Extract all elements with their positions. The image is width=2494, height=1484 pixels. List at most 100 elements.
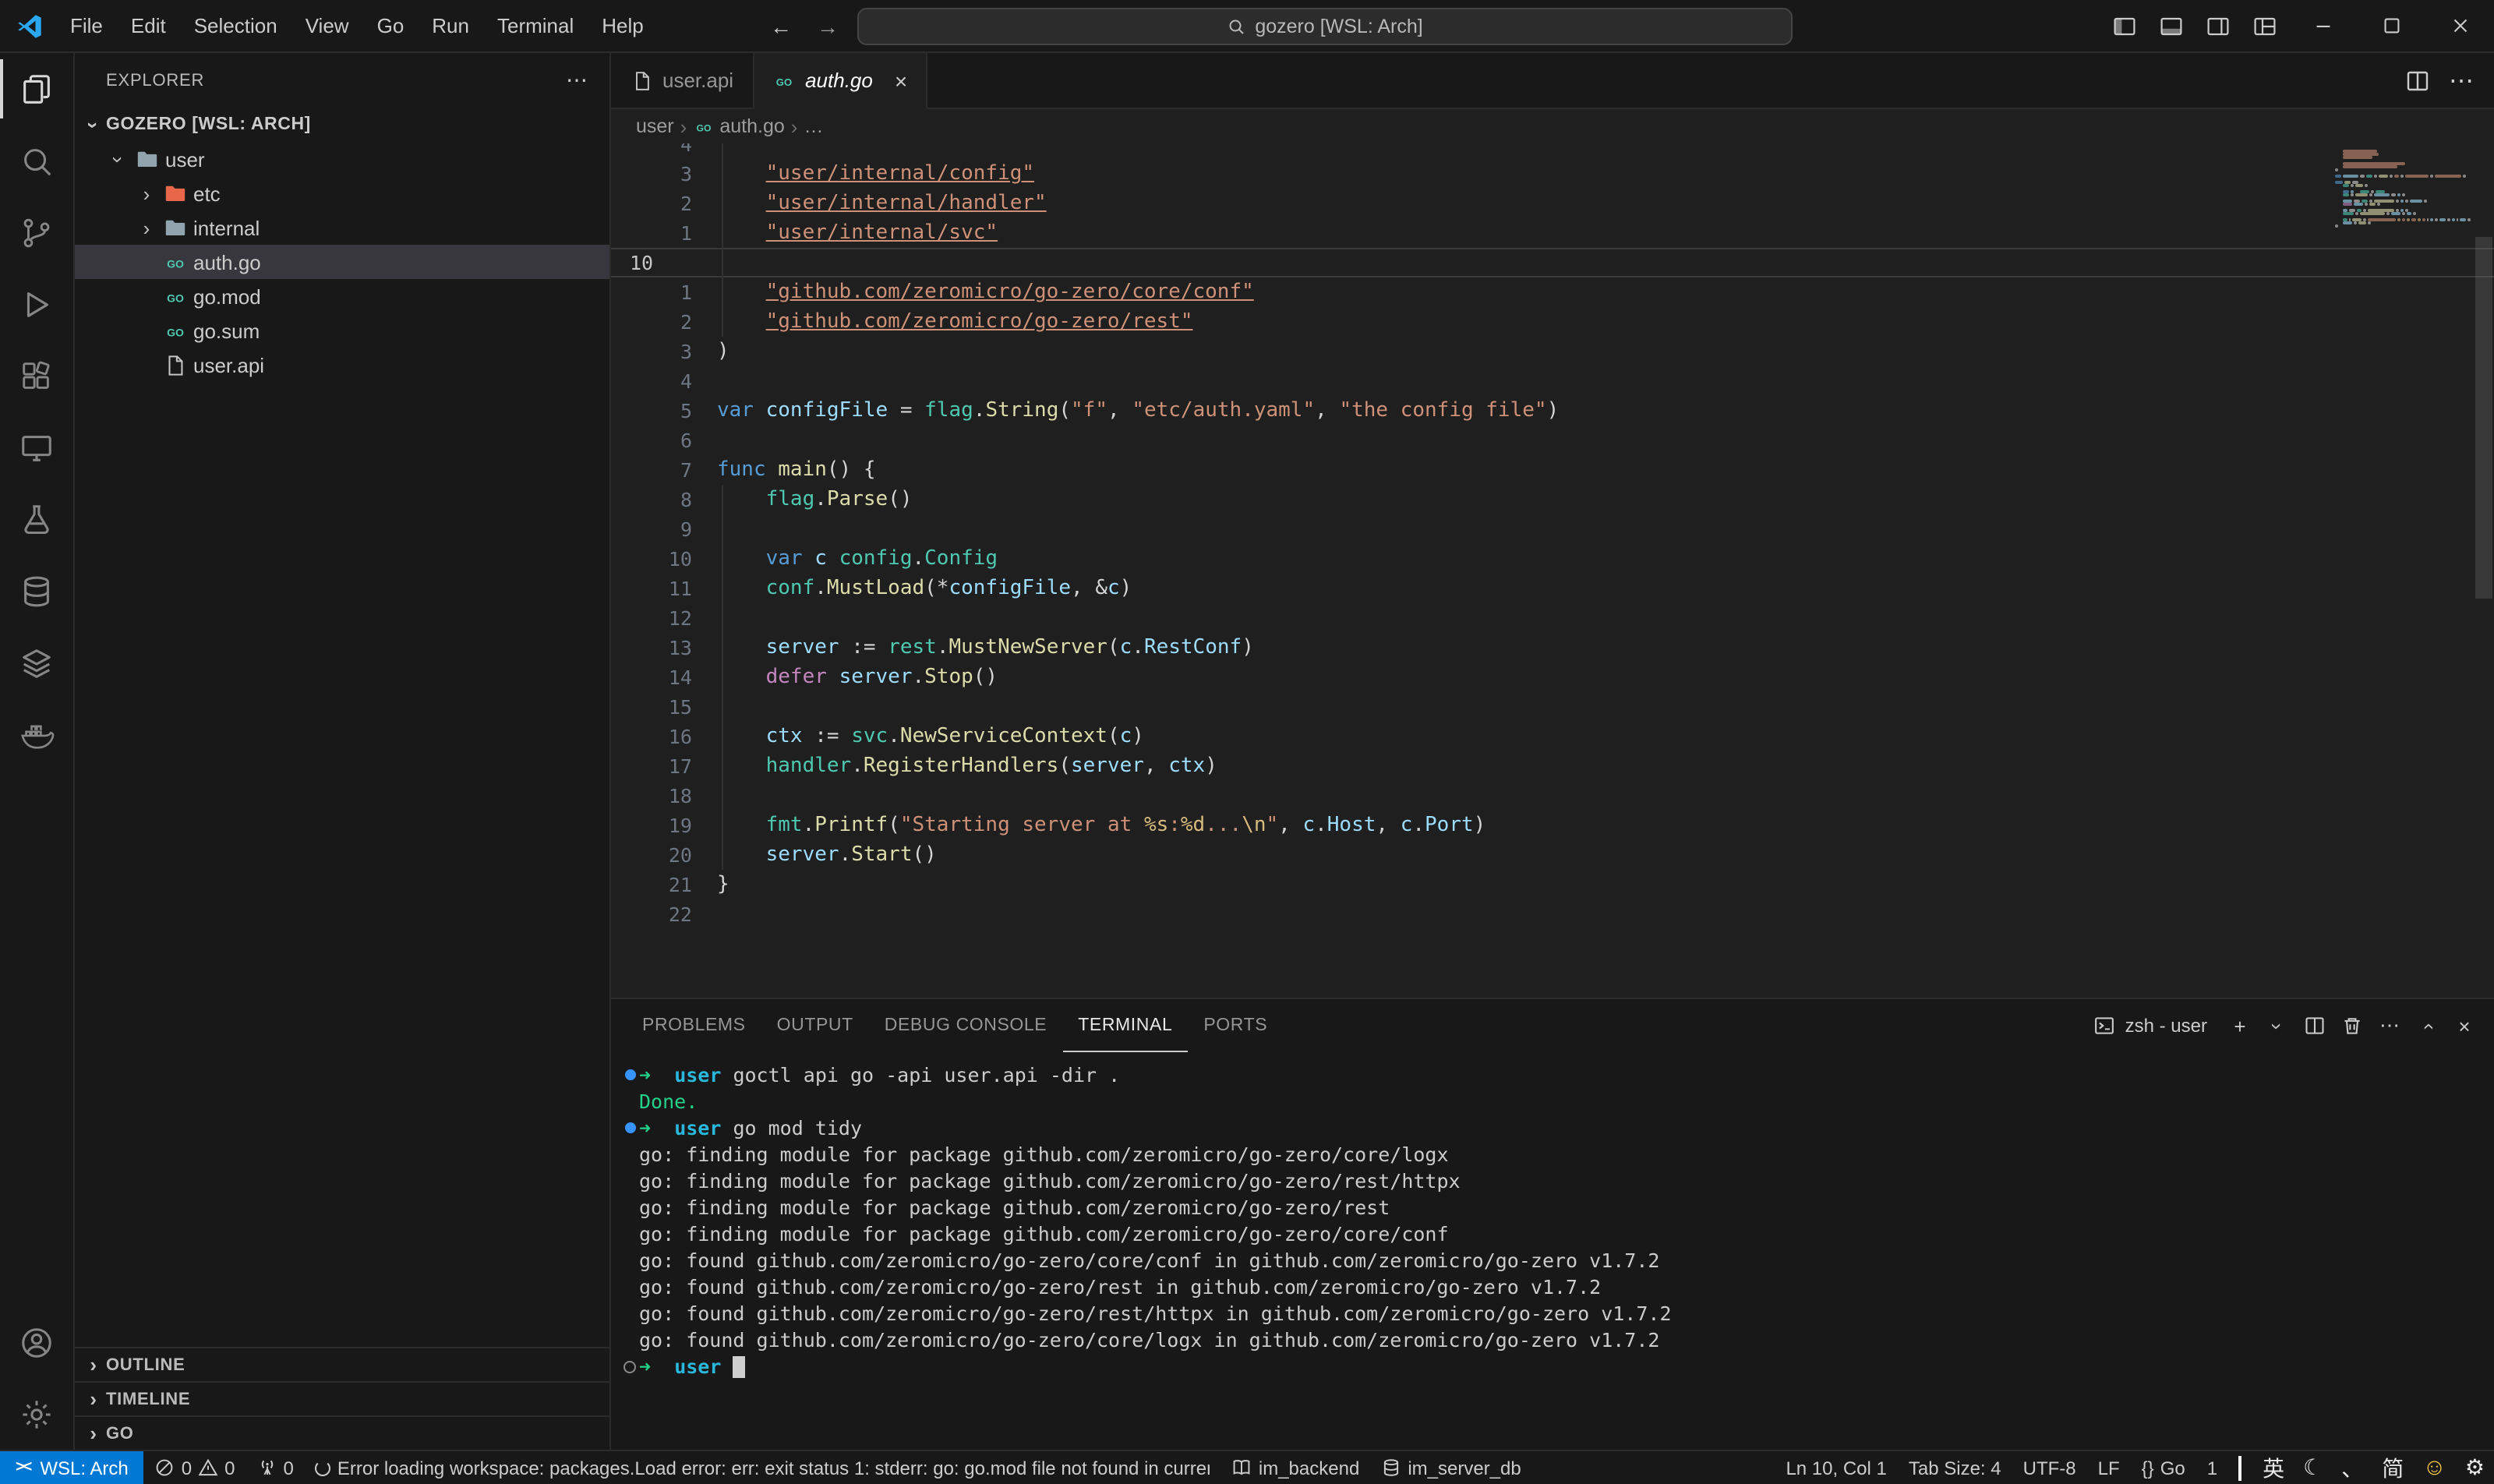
db-connection-server[interactable]: im_server_db [1370, 1451, 1531, 1484]
line-number[interactable]: 2 [611, 307, 692, 337]
line-number[interactable]: 11 [611, 574, 692, 603]
terminal-line[interactable]: ➜ user goctl api go -api user.api -dir . [620, 1062, 2494, 1088]
line-number[interactable]: 4 [611, 366, 692, 396]
remote-indicator[interactable]: >< WSL: Arch [0, 1451, 144, 1484]
code-line[interactable]: 18 [611, 781, 2494, 811]
menu-selection[interactable]: Selection [180, 9, 291, 42]
terminal-line[interactable]: go: finding module for package github.co… [620, 1141, 2494, 1168]
panel-tab-problems[interactable]: PROBLEMS [627, 999, 761, 1052]
menu-help[interactable]: Help [588, 9, 658, 42]
eol-indicator[interactable]: LF [2087, 1451, 2131, 1484]
code-line[interactable]: 22 [611, 899, 2494, 929]
code-line[interactable]: 14 defer server.Stop() [611, 662, 2494, 692]
toggle-sidebar-icon[interactable] [2101, 5, 2148, 46]
line-number[interactable]: 1 [611, 277, 692, 307]
activity-remote-explorer-icon[interactable] [0, 412, 73, 483]
command-decoration-icon[interactable] [620, 1360, 639, 1373]
ime-lang-icon[interactable]: 英 [2253, 1452, 2294, 1483]
explorer-actions-icon[interactable]: ⋯ [566, 67, 588, 94]
minimap[interactable] [2329, 143, 2472, 231]
menu-run[interactable]: Run [418, 9, 483, 42]
line-number[interactable]: 3 [611, 337, 692, 366]
terminal-line[interactable]: go: finding module for package github.co… [620, 1168, 2494, 1194]
line-number[interactable]: 9 [611, 514, 692, 544]
breadcrumb-item[interactable]: GOauth.go [693, 115, 784, 137]
editor-more-actions-icon[interactable]: ⋯ [2441, 60, 2482, 101]
activity-settings-icon[interactable] [0, 1378, 73, 1450]
panel-tab-output[interactable]: OUTPUT [761, 999, 869, 1052]
terminal-line[interactable]: go: found github.com/zeromicro/go-zero/r… [620, 1300, 2494, 1327]
code-line[interactable]: 4 [611, 366, 2494, 396]
terminal-line[interactable]: go: finding module for package github.co… [620, 1221, 2494, 1247]
activity-database-icon[interactable] [0, 555, 73, 627]
terminal-line[interactable]: go: found github.com/zeromicro/go-zero/c… [620, 1247, 2494, 1274]
code-line[interactable]: 10 var c config.Config [611, 544, 2494, 574]
code-line[interactable]: 13 server := rest.MustNewServer(c.RestCo… [611, 633, 2494, 662]
tree-item-auth-go[interactable]: GOauth.go [75, 245, 609, 279]
terminal-line[interactable]: go: found github.com/zeromicro/go-zero/c… [620, 1327, 2494, 1353]
menu-view[interactable]: View [291, 9, 363, 42]
panel-more-actions-icon[interactable]: ⋯ [2372, 1009, 2407, 1043]
panel-tab-terminal[interactable]: TERMINAL [1062, 999, 1188, 1052]
cursor-position-indicator[interactable]: Ln 10, Col 1 [1775, 1451, 1897, 1484]
encoding-indicator[interactable]: UTF-8 [2012, 1451, 2087, 1484]
code-line[interactable]: 12 [611, 603, 2494, 633]
command-center-search[interactable]: gozero [WSL: Arch] [857, 7, 1793, 44]
ime-punctuation-icon[interactable]: 、 [2332, 1452, 2372, 1483]
ime-settings-icon[interactable]: ⚙ [2456, 1454, 2494, 1481]
minimize-button[interactable] [2288, 0, 2357, 51]
breadcrumb-item[interactable]: … [804, 115, 823, 137]
tab-auth-go[interactable]: GOauth.go× [754, 53, 927, 109]
close-tab-icon[interactable]: × [895, 69, 907, 91]
forwarded-ports-indicator[interactable]: 0 [246, 1451, 305, 1484]
ime-fullwidth-icon[interactable]: ☾ [2294, 1454, 2332, 1481]
code-line[interactable]: 5var configFile = flag.String("f", "etc/… [611, 396, 2494, 426]
split-terminal-icon[interactable] [2298, 1009, 2332, 1043]
terminal-dropdown-icon[interactable]: › [2260, 1009, 2294, 1043]
line-number[interactable]: 22 [611, 899, 692, 929]
db-connection-backend[interactable]: im_backend [1221, 1451, 1370, 1484]
split-editor-icon[interactable] [2397, 60, 2438, 101]
ime-simplified-icon[interactable]: 简 [2372, 1452, 2413, 1483]
line-number[interactable]: 16 [611, 722, 692, 751]
terminal-line[interactable]: go: found github.com/zeromicro/go-zero/r… [620, 1274, 2494, 1300]
code-line[interactable]: 6 [611, 426, 2494, 455]
line-number[interactable]: 14 [611, 662, 692, 692]
line-number[interactable]: 1 [611, 218, 692, 248]
code-line[interactable]: 2 "github.com/zeromicro/go-zero/rest" [611, 307, 2494, 337]
sidebar-section-timeline[interactable]: ›TIMELINE [75, 1381, 609, 1415]
tree-item-user-api[interactable]: user.api [75, 348, 609, 382]
toggle-panel-icon[interactable] [2148, 5, 2195, 46]
breadcrumb-item[interactable]: user [636, 115, 674, 137]
terminal-line[interactable]: ➜ user go mod tidy [620, 1115, 2494, 1141]
panel-tab-debug-console[interactable]: DEBUG CONSOLE [869, 999, 1062, 1052]
line-number[interactable]: 10 [611, 544, 692, 574]
activity-extensions-icon[interactable] [0, 340, 73, 412]
code-line[interactable]: 15 [611, 692, 2494, 722]
terminal-instance-label[interactable]: zsh - user [2082, 1015, 2220, 1037]
code-line[interactable]: 16 ctx := svc.NewServiceContext(c) [611, 722, 2494, 751]
code-line[interactable]: 3 "user/internal/config" [611, 159, 2494, 189]
workspace-error-status[interactable]: Error loading workspace: packages.Load e… [305, 1451, 1221, 1484]
tree-item-go-sum[interactable]: GOgo.sum [75, 313, 609, 348]
sidebar-section-go[interactable]: ›GO [75, 1415, 609, 1450]
language-mode-indicator[interactable]: {} Go [2131, 1451, 2196, 1484]
editor-scrollbar[interactable] [2475, 237, 2492, 599]
activity-testing-icon[interactable] [0, 483, 73, 555]
tab-user-api[interactable]: user.api [611, 53, 754, 108]
line-number[interactable]: 20 [611, 840, 692, 870]
line-number[interactable]: 7 [611, 455, 692, 485]
line-number[interactable]: 4 [611, 143, 692, 159]
code-line[interactable]: 1 "user/internal/svc" [611, 218, 2494, 248]
activity-run-and-debug-icon[interactable] [0, 268, 73, 340]
code-line[interactable]: 3) [611, 337, 2494, 366]
line-number[interactable]: 19 [611, 811, 692, 840]
line-number[interactable]: 15 [611, 692, 692, 722]
command-decoration-icon[interactable] [620, 1069, 639, 1080]
tree-item-go-mod[interactable]: GOgo.mod [75, 279, 609, 313]
line-number[interactable]: 2 [611, 189, 692, 218]
code-line[interactable]: 9 [611, 514, 2494, 544]
indentation-indicator[interactable]: Tab Size: 4 [1898, 1451, 2012, 1484]
code-line[interactable]: 21} [611, 870, 2494, 899]
code-line[interactable]: 17 handler.RegisterHandlers(server, ctx) [611, 751, 2494, 781]
